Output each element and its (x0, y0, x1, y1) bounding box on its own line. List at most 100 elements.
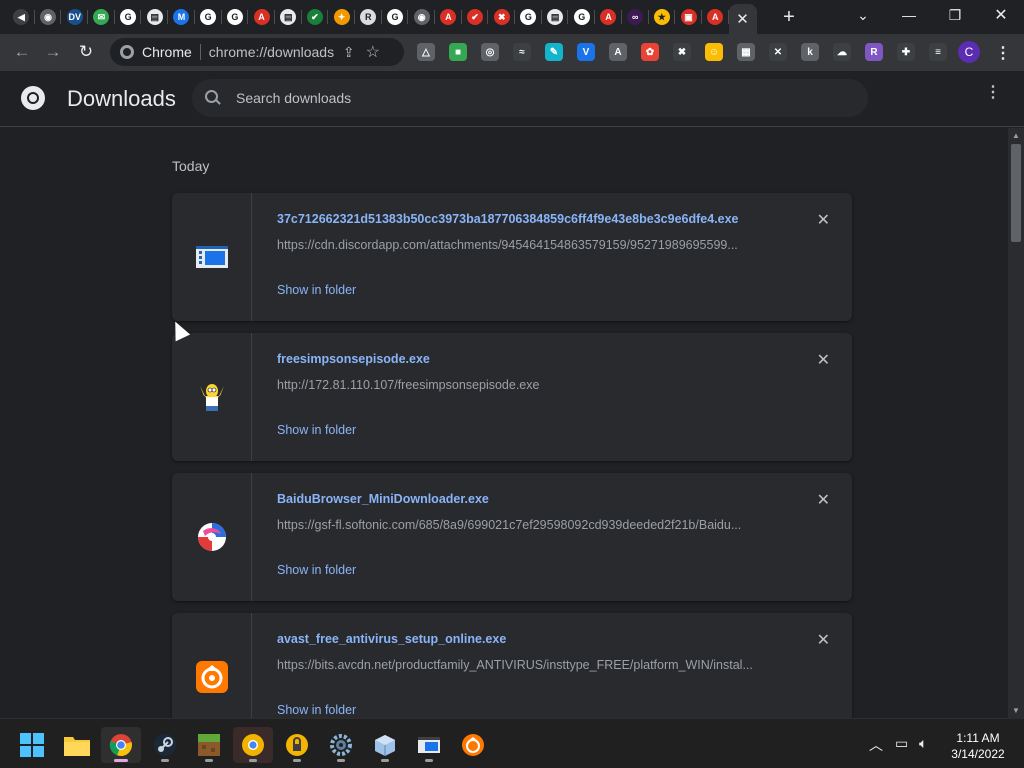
browser-tab[interactable]: A (702, 0, 729, 34)
browser-tab[interactable]: ∞ (622, 0, 649, 34)
taskbar-settings[interactable] (321, 727, 361, 763)
page-scrollbar[interactable]: ▲ ▼ (1008, 128, 1024, 718)
browser-tab[interactable]: M (168, 0, 195, 34)
show-in-folder-link[interactable]: Show in folder (277, 423, 356, 437)
ext-rss-icon[interactable]: ≈ (513, 43, 531, 61)
browser-tab[interactable]: A (248, 0, 275, 34)
site-label: Chrome (142, 44, 192, 60)
show-in-folder-link[interactable]: Show in folder (277, 703, 356, 717)
ext-green-icon[interactable]: ■ (449, 43, 467, 61)
volume-icon[interactable]: 🔈︎ (919, 735, 927, 752)
forward-button[interactable]: → (37, 36, 69, 68)
taskbar-file-explorer[interactable] (57, 727, 97, 763)
new-tab-button[interactable]: + (774, 2, 804, 32)
taskbar-chrome-canary[interactable] (233, 727, 273, 763)
show-hidden-icons-chevron-icon[interactable]: ︿ (869, 735, 883, 755)
ext-r-icon[interactable]: R (865, 43, 883, 61)
download-source-url[interactable]: https://bits.avcdn.net/productfamily_ANT… (277, 658, 777, 672)
browser-tab[interactable]: G (568, 0, 595, 34)
show-in-folder-link[interactable]: Show in folder (277, 283, 356, 297)
browser-tab[interactable]: G (115, 0, 142, 34)
profile-avatar[interactable]: C (958, 41, 980, 63)
system-clock[interactable]: 1:11 AM 3/14/2022 (946, 730, 1010, 762)
downloads-more-actions-icon[interactable]: ⋮ (985, 85, 1001, 101)
remove-download-close-icon[interactable]: ✕ (817, 630, 830, 650)
download-source-url[interactable]: http://172.81.110.107/freesimpsonsepisod… (277, 378, 777, 392)
ext-vpn-shield-icon[interactable]: V (577, 43, 595, 61)
taskbar-steam[interactable] (145, 727, 185, 763)
browser-tab[interactable]: ▣ (675, 0, 702, 34)
tab-search-button[interactable]: ⌄ (840, 0, 886, 30)
taskbar-window-app[interactable] (409, 727, 449, 763)
show-in-folder-link[interactable]: Show in folder (277, 563, 356, 577)
ext-tools-icon[interactable]: ✖ (673, 43, 691, 61)
scroll-up-arrow-icon[interactable]: ▲ (1012, 131, 1020, 140)
browser-tab[interactable]: DV (61, 0, 88, 34)
download-source-url[interactable]: https://gsf-fl.softonic.com/685/8a9/6990… (277, 518, 777, 532)
ext-a-icon[interactable]: A (609, 43, 627, 61)
media-queue-icon[interactable]: ≡ (929, 43, 947, 61)
reload-button[interactable]: ↻ (70, 36, 102, 68)
browser-tab[interactable]: ◀ (8, 0, 35, 34)
ext-k-icon[interactable]: k (801, 43, 819, 61)
taskbar-package-app[interactable] (365, 727, 405, 763)
network-icon[interactable]: ▭ (895, 735, 908, 752)
start-button[interactable] (12, 727, 52, 763)
search-box[interactable] (192, 79, 868, 117)
browser-tab[interactable]: ✦ (328, 0, 355, 34)
download-filename-link[interactable]: freesimpsonsepisode.exe (277, 352, 430, 366)
scroll-down-arrow-icon[interactable]: ▼ (1012, 706, 1020, 715)
site-info-chip[interactable]: Chrome (110, 44, 200, 60)
browser-tab[interactable]: G (195, 0, 222, 34)
browser-tab[interactable]: G (515, 0, 542, 34)
browser-tab[interactable]: ✔ (462, 0, 489, 34)
browser-tab[interactable]: R (355, 0, 382, 34)
browser-tab[interactable]: ✉ (88, 0, 115, 34)
download-filename-link[interactable]: avast_free_antivirus_setup_online.exe (277, 632, 506, 646)
browser-tab[interactable]: ◉ (35, 0, 62, 34)
browser-tab[interactable]: A (435, 0, 462, 34)
ext-cloud-icon[interactable]: ☁ (833, 43, 851, 61)
browser-tab[interactable]: G (222, 0, 249, 34)
ext-smiley-icon[interactable]: ☺ (705, 43, 723, 61)
remove-download-close-icon[interactable]: ✕ (817, 350, 830, 370)
search-input[interactable] (236, 90, 796, 106)
minimize-button[interactable]: — (886, 0, 932, 30)
browser-menu-icon[interactable]: ⋮ (995, 43, 1011, 63)
remove-download-close-icon[interactable]: ✕ (817, 210, 830, 230)
browser-tab[interactable]: A (595, 0, 622, 34)
bookmark-star-icon[interactable]: ☆ (361, 42, 385, 62)
extensions-puzzle-icon[interactable]: ✚ (897, 43, 915, 61)
ext-fingerprint-icon[interactable]: ◎ (481, 43, 499, 61)
browser-tab[interactable]: ✔ (302, 0, 329, 34)
scrollbar-thumb[interactable] (1011, 144, 1021, 242)
close-tab-icon[interactable]: ✕ (736, 10, 749, 28)
back-button[interactable]: ← (6, 36, 38, 68)
ext-triangle-icon[interactable]: △ (417, 43, 435, 61)
browser-tab[interactable]: ▤ (275, 0, 302, 34)
share-icon[interactable]: ⇪ (337, 44, 361, 61)
active-tab[interactable]: ✕ (728, 4, 757, 34)
browser-tab[interactable]: ◉ (408, 0, 435, 34)
browser-tab[interactable]: ✖ (488, 0, 515, 34)
browser-tab[interactable]: ▤ (141, 0, 168, 34)
browser-tab[interactable]: ▤ (542, 0, 569, 34)
taskbar-chrome[interactable] (101, 727, 141, 763)
remove-download-close-icon[interactable]: ✕ (817, 490, 830, 510)
browser-tab[interactable]: ★ (649, 0, 676, 34)
close-window-button[interactable]: ✕ (978, 0, 1024, 30)
taskbar-minecraft[interactable] (189, 727, 229, 763)
download-filename-link[interactable]: BaiduBrowser_MiniDownloader.exe (277, 492, 489, 506)
restore-button[interactable]: ❐ (932, 0, 978, 30)
download-filename-link[interactable]: 37c712662321d51383b50cc3973ba18770638485… (277, 212, 739, 226)
address-bar[interactable]: Chrome chrome://downloads ⇪ ☆ (110, 38, 404, 66)
ext-feather-icon[interactable]: ✎ (545, 43, 563, 61)
url-text[interactable]: chrome://downloads (209, 44, 337, 60)
taskbar-keepass[interactable] (277, 727, 317, 763)
download-source-url[interactable]: https://cdn.discordapp.com/attachments/9… (277, 238, 777, 252)
ext-terminal-icon[interactable]: ▦ (737, 43, 755, 61)
taskbar-avast[interactable] (453, 727, 493, 763)
ext-colorful-icon[interactable]: ✿ (641, 43, 659, 61)
ext-cross-icon[interactable]: ✕ (769, 43, 787, 61)
browser-tab[interactable]: G (382, 0, 409, 34)
